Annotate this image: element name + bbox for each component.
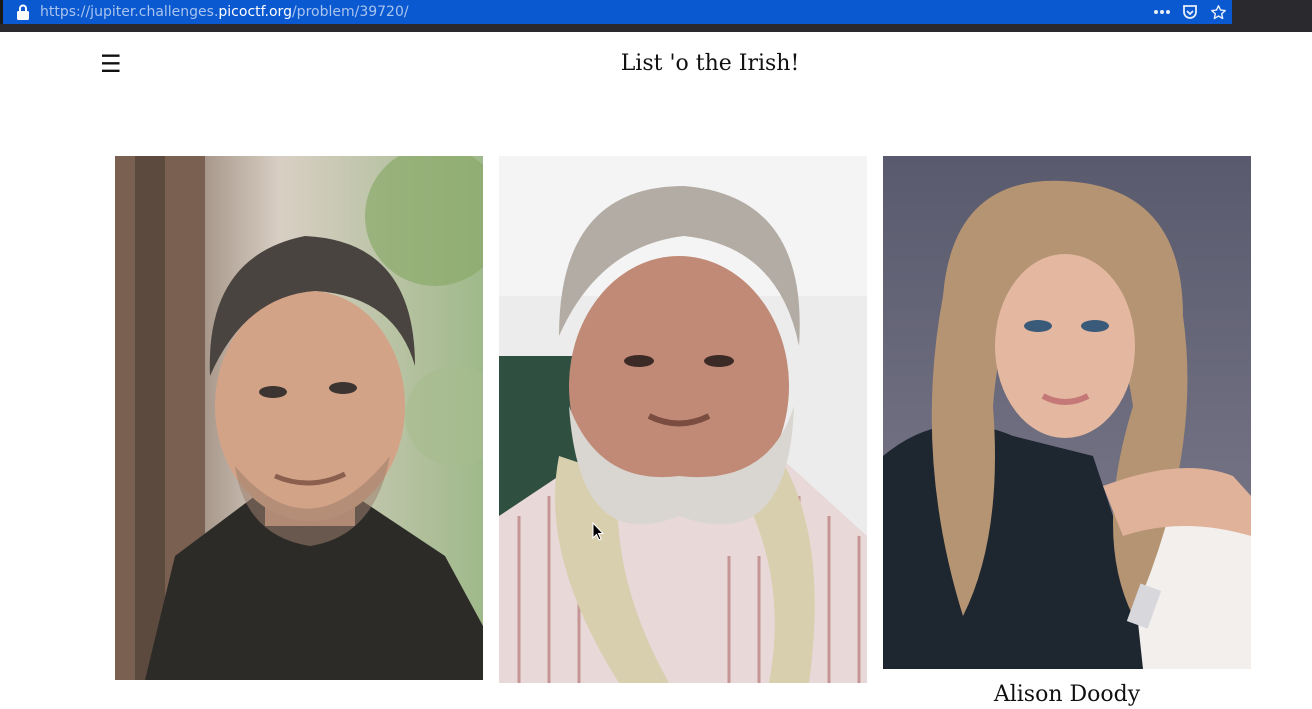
url-bar[interactable]: https://jupiter.challenges.picoctf.org/p… — [0, 0, 1232, 24]
url-text[interactable]: https://jupiter.challenges.picoctf.org/p… — [40, 3, 409, 21]
pocket-icon[interactable] — [1176, 0, 1204, 24]
url-prefix: https://jupiter.challenges. — [40, 4, 219, 20]
person-card[interactable]: Alison Doody — [883, 156, 1251, 709]
lock-icon[interactable] — [16, 4, 30, 20]
man-dark-hair-photo — [115, 156, 483, 680]
url-actions — [1148, 0, 1232, 24]
mouse-cursor-icon — [592, 522, 604, 541]
page-title: List 'o the Irish! — [620, 51, 800, 76]
bookmark-star-icon[interactable] — [1204, 0, 1232, 24]
menu-button[interactable]: ☰ — [100, 50, 122, 78]
person-card[interactable] — [115, 156, 483, 692]
browser-toolbar: https://jupiter.challenges.picoctf.org/p… — [0, 0, 1312, 32]
person-card[interactable] — [499, 156, 867, 695]
more-icon[interactable] — [1148, 0, 1176, 24]
url-domain: picoctf.org — [218, 4, 292, 20]
bearded-man-photo — [499, 156, 867, 683]
person-name: Alison Doody — [993, 682, 1141, 707]
blonde-woman-photo — [883, 156, 1251, 669]
url-path: /problem/39720/ — [291, 4, 409, 20]
toolbar-edge — [0, 0, 3, 24]
